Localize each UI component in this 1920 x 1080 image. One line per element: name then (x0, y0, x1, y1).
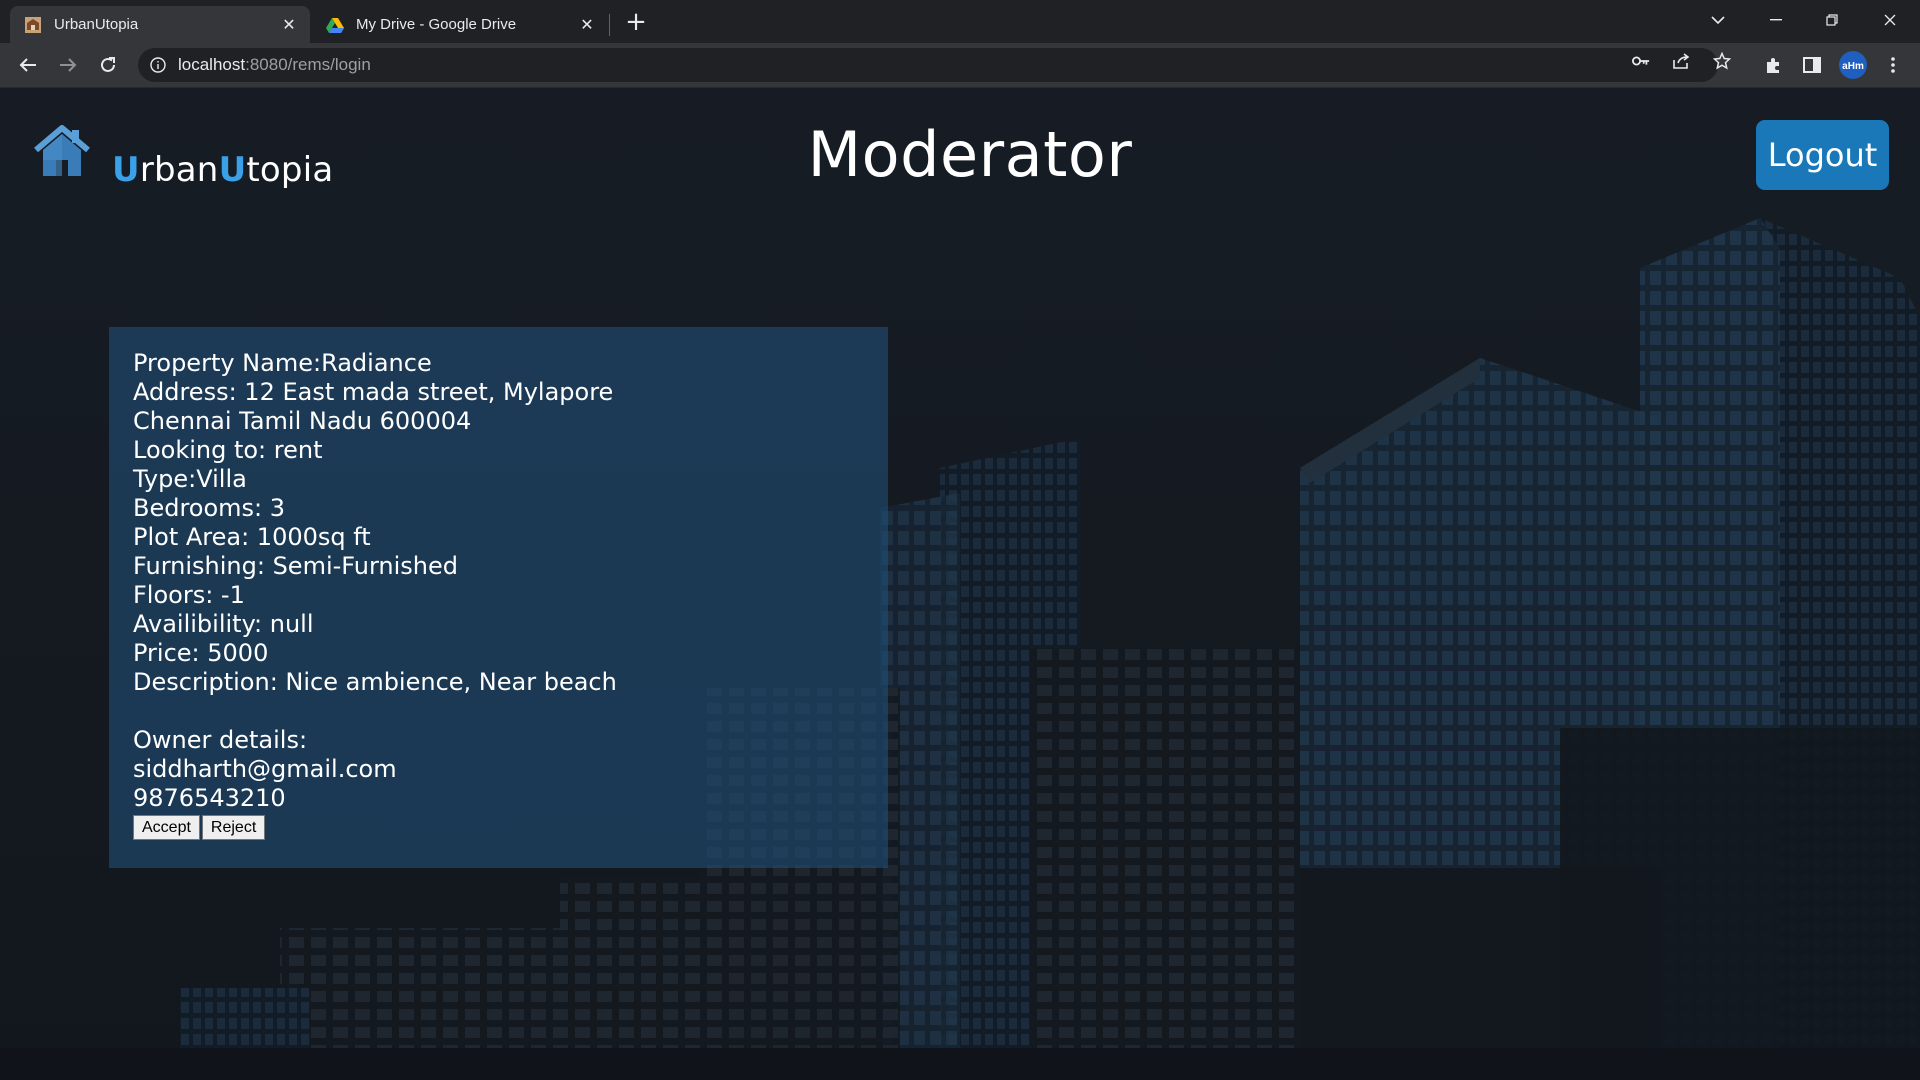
reject-button[interactable]: Reject (201, 815, 266, 840)
tab-google-drive[interactable]: My Drive - Google Drive ✕ (312, 6, 608, 43)
site-info-icon[interactable] (150, 57, 166, 73)
page-title: Moderator (807, 118, 1133, 191)
side-panel-icon[interactable] (1801, 54, 1823, 76)
back-button[interactable] (12, 49, 44, 81)
restore-button[interactable] (1810, 6, 1854, 34)
property-address: Address: 12 East mada street, Mylapore (133, 378, 614, 406)
extensions-icon[interactable] (1762, 54, 1784, 76)
new-tab-button[interactable]: + (622, 9, 650, 37)
property-looking-to: Looking to: rent (133, 436, 323, 464)
close-window-button[interactable] (1868, 6, 1912, 34)
property-price: Price: 5000 (133, 639, 269, 667)
property-card: Property Name:Radiance Address: 12 East … (109, 327, 888, 868)
tab-strip: UrbanUtopia ✕ My Drive - Google Drive ✕ … (0, 0, 1920, 43)
property-description: Description: Nice ambience, Near beach (133, 668, 617, 696)
url-text: localhost:8080/rems/login (178, 55, 371, 74)
property-furnishing: Furnishing: Semi-Furnished (133, 552, 459, 580)
property-name: Property Name:Radiance (133, 349, 432, 377)
reload-button[interactable] (92, 49, 124, 81)
close-tab-icon[interactable]: ✕ (280, 16, 298, 34)
google-drive-icon (326, 16, 344, 34)
minimize-button[interactable] (1754, 6, 1798, 34)
browser-toolbar: localhost:8080/rems/login aHm (0, 43, 1920, 88)
menu-kebab-icon[interactable] (1882, 54, 1904, 76)
forward-button[interactable] (52, 49, 84, 81)
svg-text:aHm: aHm (1842, 61, 1864, 72)
tab-title: UrbanUtopia (54, 16, 139, 33)
accept-button[interactable]: Accept (133, 815, 200, 840)
property-plot-area: Plot Area: 1000sq ft (133, 523, 371, 551)
tab-title: My Drive - Google Drive (356, 16, 517, 33)
bookmark-star-icon[interactable] (1713, 52, 1731, 70)
tab-urbanutopia[interactable]: UrbanUtopia ✕ (10, 6, 310, 43)
property-floors: Floors: -1 (133, 581, 245, 609)
tab-separator (609, 14, 610, 36)
urbanutopia-favicon (24, 16, 42, 34)
share-icon[interactable] (1672, 52, 1690, 70)
page-viewport: UrbanUtopia Moderator Logout Property Na… (0, 88, 1920, 1080)
owner-heading: Owner details: (133, 726, 308, 754)
logout-button[interactable]: Logout (1756, 120, 1889, 190)
tab-search-icon[interactable] (1696, 6, 1740, 34)
property-type: Type:Villa (133, 465, 247, 493)
address-bar[interactable]: localhost:8080/rems/login (138, 48, 1718, 82)
property-availability: Availibility: null (133, 610, 314, 638)
profile-avatar[interactable]: aHm (1838, 50, 1868, 80)
key-icon[interactable] (1632, 52, 1650, 70)
owner-email: siddharth@gmail.com (133, 755, 397, 783)
moderation-actions: Accept Reject (133, 815, 888, 840)
close-tab-icon[interactable]: ✕ (578, 16, 596, 34)
property-bedrooms: Bedrooms: 3 (133, 494, 286, 522)
property-city: Chennai Tamil Nadu 600004 (133, 407, 472, 435)
owner-phone: 9876543210 (133, 784, 286, 812)
